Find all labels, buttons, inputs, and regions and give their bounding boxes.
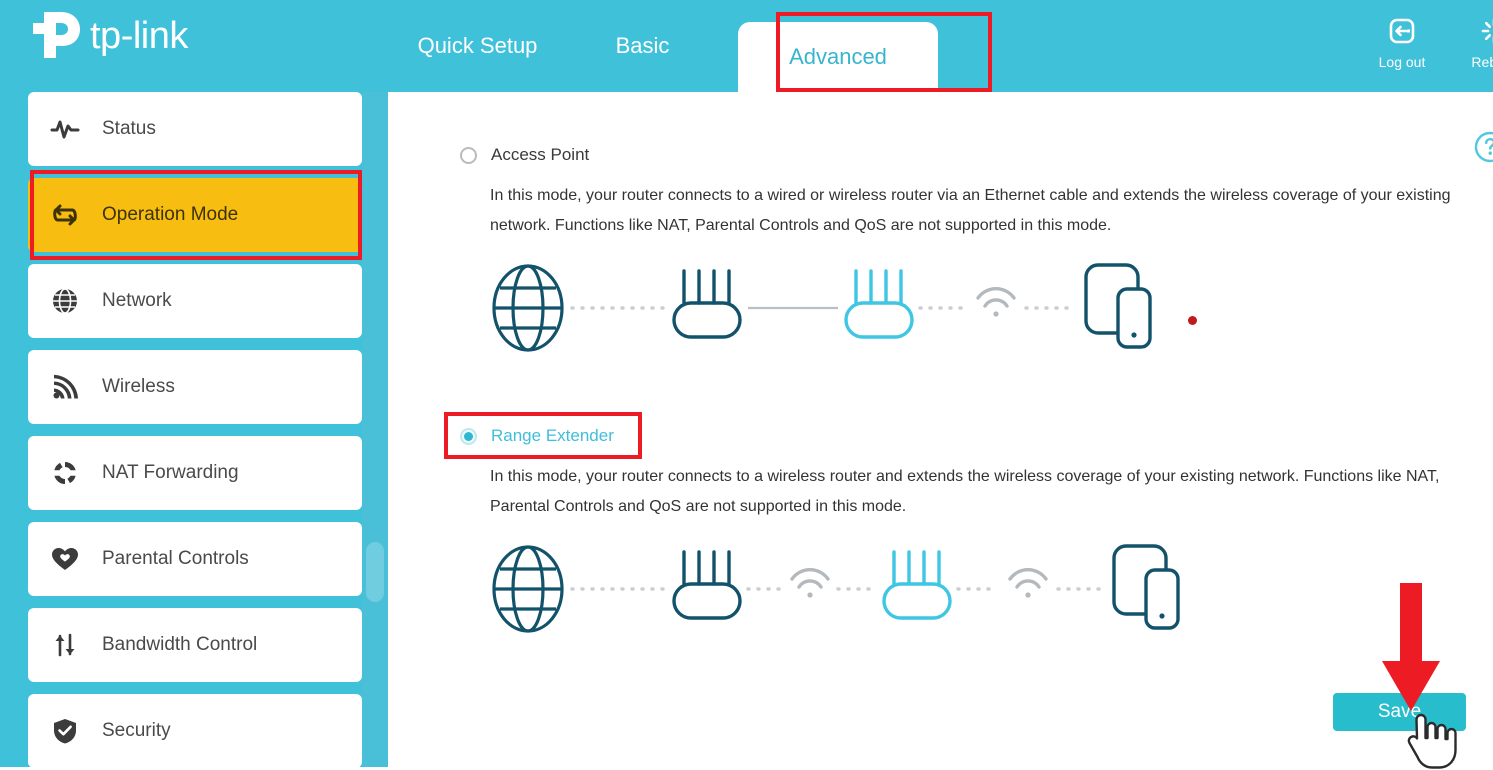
sidebar-item-security[interactable]: Security: [28, 694, 362, 768]
mode-access-point: Access Point In this mode, your router c…: [388, 141, 1493, 365]
sidebar-item-network-label: Network: [102, 290, 172, 311]
sidebar-item-nat-forwarding-label: NAT Forwarding: [102, 462, 239, 483]
main-content: Access Point In this mode, your router c…: [388, 92, 1493, 767]
sidebar-item-wireless[interactable]: Wireless: [28, 350, 362, 424]
tab-quick-setup-label: Quick Setup: [417, 33, 538, 58]
app-body: Status Operation Mode Network Wireless N…: [0, 92, 1493, 768]
mode-range-extender: Range Extender In this mode, your router…: [388, 422, 1493, 646]
tab-quick-setup[interactable]: Quick Setup: [390, 0, 565, 92]
sidebar-scrollbar-thumb[interactable]: [366, 542, 384, 602]
logout-label: Log out: [1378, 54, 1426, 70]
tab-basic-label: Basic: [615, 33, 670, 58]
circular-arrows-icon: [28, 459, 102, 487]
topology-access-point: [486, 255, 1493, 365]
logout-icon: [1387, 14, 1417, 48]
app-header: tp-link Quick Setup Basic Advanced Log o…: [0, 0, 1493, 92]
header-actions: Log out Reboot: [1347, 14, 1493, 84]
globe-icon: [28, 287, 102, 315]
radio-range-extender-label: Range Extender: [491, 426, 614, 445]
radio-access-point-control[interactable]: [460, 146, 477, 164]
radio-range-extender-control[interactable]: [460, 427, 477, 445]
radio-access-point-label: Access Point: [491, 145, 590, 164]
reboot-label: Reboot: [1471, 54, 1493, 70]
activity-pulse-icon: [28, 117, 102, 141]
tab-advanced[interactable]: Advanced: [738, 22, 938, 92]
swap-arrows-icon: [28, 201, 102, 229]
tab-advanced-label: Advanced: [789, 44, 887, 69]
sidebar-item-operation-mode[interactable]: Operation Mode: [28, 178, 362, 252]
save-button[interactable]: Save: [1333, 693, 1466, 731]
reboot-icon: [1479, 14, 1493, 48]
reboot-button[interactable]: Reboot: [1457, 14, 1493, 70]
radio-access-point[interactable]: Access Point: [460, 141, 589, 169]
tp-link-logo: tp-link: [28, 6, 258, 62]
mode-range-extender-description: In this mode, your router connects to a …: [490, 468, 1440, 515]
radio-range-extender[interactable]: Range Extender: [460, 422, 614, 450]
logout-button[interactable]: Log out: [1347, 14, 1457, 70]
sidebar-menu: Status Operation Mode Network Wireless N…: [28, 92, 362, 768]
sidebar-scrollbar-track[interactable]: [362, 92, 388, 767]
tab-basic[interactable]: Basic: [565, 0, 720, 92]
sidebar-item-status-label: Status: [102, 118, 156, 139]
main-nav: Quick Setup Basic Advanced: [390, 0, 938, 92]
sidebar-item-operation-mode-label: Operation Mode: [102, 204, 239, 225]
sidebar-item-status[interactable]: Status: [28, 92, 362, 166]
sidebar-item-bandwidth-control[interactable]: Bandwidth Control: [28, 608, 362, 682]
topology-range-extender: [486, 536, 1493, 646]
up-down-arrows-icon: [28, 631, 102, 659]
mode-access-point-description: In this mode, your router connects to a …: [490, 187, 1451, 234]
svg-text:tp-link: tp-link: [90, 15, 189, 57]
sidebar-item-wireless-label: Wireless: [102, 376, 175, 397]
sidebar-item-security-label: Security: [102, 720, 171, 741]
heart-icon: [28, 545, 102, 573]
wifi-signal-icon: [28, 373, 102, 401]
shield-check-icon: [28, 717, 102, 745]
sidebar-item-nat-forwarding[interactable]: NAT Forwarding: [28, 436, 362, 510]
sidebar-item-bandwidth-control-label: Bandwidth Control: [102, 634, 258, 655]
sidebar-item-parental-controls-label: Parental Controls: [102, 548, 249, 569]
sidebar-item-parental-controls[interactable]: Parental Controls: [28, 522, 362, 596]
sidebar-item-network[interactable]: Network: [28, 264, 362, 338]
